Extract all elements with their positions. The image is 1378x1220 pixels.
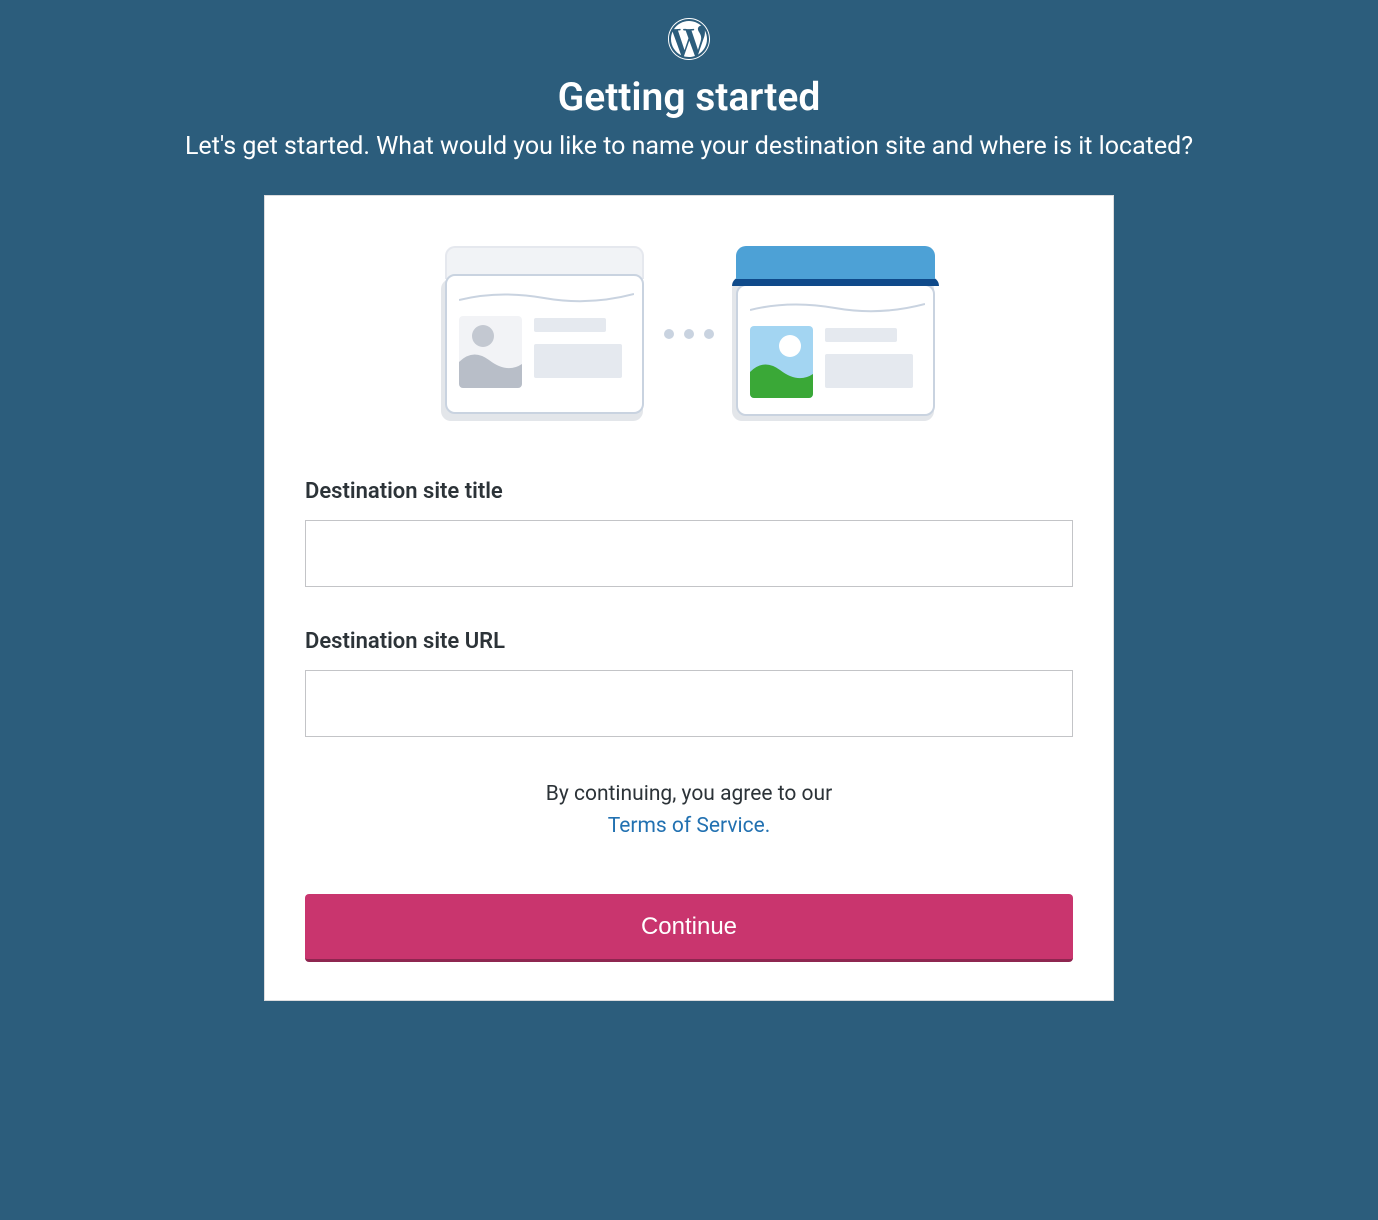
agreement-prefix: By continuing, you agree to our [546,782,832,806]
onboarding-card: Destination site title Destination site … [264,195,1114,1001]
transfer-dots-icon [664,329,714,339]
agreement-text: By continuing, you agree to our Terms of… [305,779,1073,842]
site-title-input[interactable] [305,520,1073,587]
source-site-illustration [441,246,646,421]
terms-of-service-link[interactable]: Terms of Service. [608,814,771,838]
site-url-label: Destination site URL [305,629,1073,654]
site-title-label: Destination site title [305,479,1073,504]
page-title: Getting started [558,74,821,120]
migration-illustration [305,246,1073,421]
page-subtitle: Let's get started. What would you like t… [155,132,1223,161]
continue-button[interactable]: Continue [305,894,1073,962]
site-url-group: Destination site URL [305,629,1073,737]
wordpress-logo-icon [668,18,710,60]
destination-site-illustration [732,246,937,421]
site-title-group: Destination site title [305,479,1073,587]
site-url-input[interactable] [305,670,1073,737]
